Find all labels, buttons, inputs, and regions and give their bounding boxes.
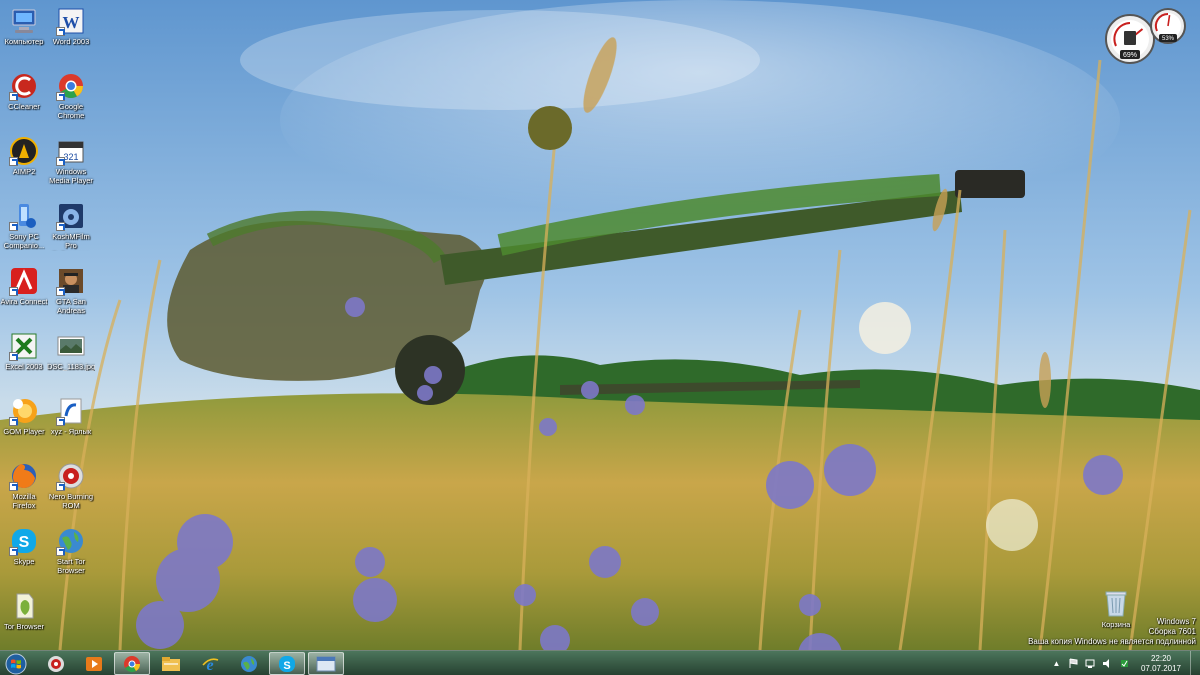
show-hidden-icons-icon[interactable]: ▲ — [1051, 658, 1062, 669]
action-center-flag-icon[interactable] — [1068, 658, 1079, 669]
shortcut-arrow-icon — [56, 547, 65, 556]
svg-text:S: S — [283, 660, 290, 672]
shortcut-arrow-icon — [9, 287, 18, 296]
desktop-icons-column-1: Компьютер CCleaner AIMP2 Sony PC Compani… — [0, 4, 48, 654]
desktop-icon-aimp[interactable]: AIMP2 — [0, 134, 48, 199]
taskbar-explorer[interactable] — [153, 652, 189, 675]
system-tray: ▲ 22:20 07.07.2017 — [1048, 651, 1200, 675]
gom-player-icon — [9, 396, 39, 426]
firefox-icon — [9, 461, 39, 491]
chrome-icon — [56, 71, 86, 101]
svg-text:W: W — [63, 13, 80, 32]
shortcut-arrow-icon — [9, 547, 18, 556]
shortcut-arrow-icon — [9, 417, 18, 426]
gta-icon — [56, 266, 86, 296]
desktop-icon-film-app[interactable]: KoshMFilm Pro Рейдкодер — [47, 199, 95, 264]
tor-browser-icon — [9, 591, 39, 621]
shortcut-arrow-icon — [56, 92, 65, 101]
explorer-icon — [162, 656, 180, 671]
desktop-icon-word[interactable]: W Word 2003 — [47, 4, 95, 69]
taskbar-skype[interactable]: S — [269, 652, 305, 675]
photo-file-icon — [56, 331, 86, 361]
taskbar-tor[interactable] — [231, 652, 267, 675]
taskbar-media-player[interactable] — [76, 652, 112, 675]
desktop-wallpaper — [0, 0, 1200, 650]
desktop-icon-sony-pc-companion[interactable]: Sony PC Companio... — [0, 199, 48, 264]
desktop-icon-tor-browser[interactable]: Tor Browser — [0, 589, 48, 654]
shortcut-arrow-icon — [9, 157, 18, 166]
start-button[interactable] — [2, 651, 30, 675]
shortcut-arrow-icon — [9, 92, 18, 101]
excel-icon — [9, 331, 39, 361]
desktop-icon-gom-player[interactable]: GOM Player — [0, 394, 48, 459]
nero-icon — [48, 655, 64, 672]
desktop-icon-ccleaner[interactable]: CCleaner — [0, 69, 48, 134]
ccleaner-icon — [9, 71, 39, 101]
media-player-icon — [86, 656, 102, 671]
desktop-icon-gta[interactable]: GTA San Andreas — [47, 264, 95, 329]
ie-icon: e — [202, 657, 219, 673]
desktop-icon-computer[interactable]: Компьютер — [0, 4, 48, 69]
recycle-bin-icon — [1105, 591, 1127, 617]
sony-pc-companion-icon — [9, 201, 39, 231]
desktop-icon-skype[interactable]: S Skype — [0, 524, 48, 589]
desktop-icon-firefox[interactable]: Mozilla Firefox — [0, 459, 48, 524]
desktop-icon-shortcut[interactable]: xyz - Ярлык — [47, 394, 95, 459]
memory-percent: 53% — [1162, 36, 1175, 42]
antivirus-tray-icon[interactable] — [1119, 658, 1130, 669]
desktop-icon-media-player[interactable]: 321 Windows Media Player — [47, 134, 95, 199]
clock-time: 22:20 — [1150, 653, 1172, 663]
desktop-icons-column-2: W Word 2003 Google Chrome 321 Windows Me… — [47, 4, 95, 589]
network-icon[interactable] — [1085, 658, 1096, 669]
windows-logo-icon — [5, 653, 27, 674]
svg-text:S: S — [19, 534, 30, 551]
tor-globe-icon — [241, 655, 257, 672]
computer-icon — [9, 6, 39, 36]
avira-icon — [9, 266, 39, 296]
chrome-icon — [124, 655, 141, 672]
desktop-icon-avira[interactable]: Avira Connect — [0, 264, 48, 329]
cpu-meter-gadget[interactable]: 69% 53% — [1104, 6, 1194, 66]
tor-globe-icon — [56, 526, 86, 556]
shortcut-icon — [56, 396, 86, 426]
aimp-icon — [9, 136, 39, 166]
shortcut-arrow-icon — [56, 417, 65, 426]
taskbar-internet-explorer[interactable]: e — [192, 652, 228, 675]
desktop-icon-chrome[interactable]: Google Chrome — [47, 69, 95, 134]
taskbar-clock[interactable]: 22:20 07.07.2017 — [1136, 654, 1186, 674]
media-player-icon: 321 — [56, 136, 86, 166]
taskbar-nero[interactable] — [38, 652, 74, 675]
show-desktop-button[interactable] — [1190, 651, 1200, 675]
desktop-icon-photo-file[interactable]: DSC_1183.jpg — [47, 329, 95, 394]
shortcut-arrow-icon — [9, 482, 18, 491]
taskbar: e S ▲ 22:20 07.07.2017 — [0, 650, 1200, 675]
skype-icon: S — [9, 526, 39, 556]
window-icon — [316, 656, 336, 671]
shortcut-arrow-icon — [56, 222, 65, 231]
taskbar-window[interactable] — [308, 652, 344, 675]
cpu-percent: 69% — [1123, 52, 1137, 59]
shortcut-arrow-icon — [56, 287, 65, 296]
shortcut-arrow-icon — [56, 482, 65, 491]
windows-watermark: Windows 7 Сборка 7601 Ваша копия Windows… — [1028, 617, 1196, 646]
skype-icon: S — [279, 655, 295, 672]
desktop-icon-excel[interactable]: Excel 2003 — [0, 329, 48, 394]
shortcut-arrow-icon — [9, 222, 18, 231]
shortcut-arrow-icon — [56, 157, 65, 166]
desktop-icon-start-tor[interactable]: Start Tor Browser — [47, 524, 95, 589]
desktop-icon-nero[interactable]: Nero Burning ROM — [47, 459, 95, 524]
svg-text:321: 321 — [63, 152, 78, 162]
word-icon: W — [56, 6, 86, 36]
nero-icon — [56, 461, 86, 491]
film-app-icon — [56, 201, 86, 231]
volume-icon[interactable] — [1102, 658, 1113, 669]
taskbar-chrome[interactable] — [114, 652, 150, 675]
clock-date: 07.07.2017 — [1140, 663, 1182, 673]
shortcut-arrow-icon — [56, 27, 65, 36]
shortcut-arrow-icon — [9, 352, 18, 361]
